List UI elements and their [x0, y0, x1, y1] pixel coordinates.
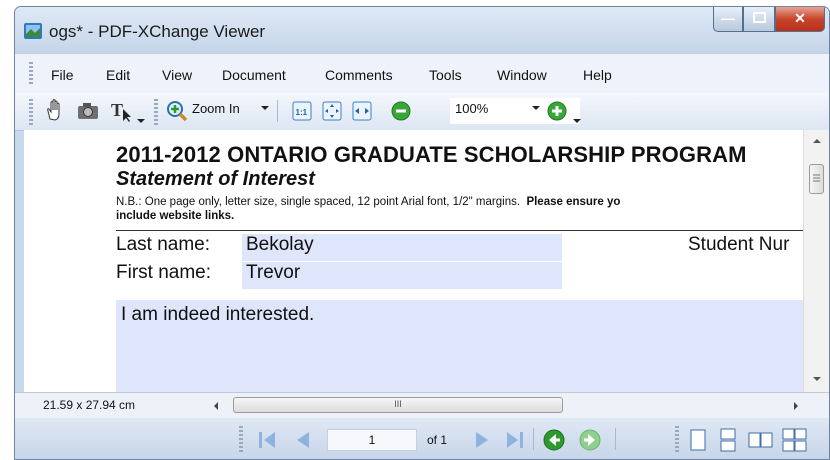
document-viewport[interactable]: 2011-2012 ONTARIO GRADUATE SCHOLARSHIP P…: [24, 130, 829, 392]
zoom-plus-icon[interactable]: [545, 98, 569, 124]
next-page-icon[interactable]: [471, 428, 495, 452]
student-number-label: Student Nur: [688, 234, 790, 255]
scroll-up-arrow-icon[interactable]: [811, 136, 823, 146]
zoom-in-label[interactable]: Zoom In: [192, 101, 240, 116]
note-line-2: include website links.: [116, 210, 235, 222]
menu-document[interactable]: Document: [222, 67, 286, 83]
close-button[interactable]: ✕: [775, 7, 825, 32]
menu-file[interactable]: File: [51, 67, 74, 83]
toolbar-grip-2[interactable]: [154, 99, 158, 125]
first-name-label: First name:: [116, 262, 212, 283]
status-bar: 21.59 x 27.94 cm III: [15, 392, 829, 419]
grip-lines-icon: [813, 174, 820, 182]
previous-page-icon[interactable]: [290, 428, 314, 452]
maximize-button[interactable]: [743, 7, 775, 32]
facing-pages-icon[interactable]: [747, 427, 775, 453]
vertical-scroll-thumb[interactable]: [809, 164, 824, 194]
statement-text: I am indeed interested.: [121, 304, 315, 325]
window-title: ogs* - PDF-XChange Viewer: [49, 22, 266, 41]
text-select-icon[interactable]: T: [109, 98, 133, 124]
scroll-left-arrow-icon[interactable]: [211, 400, 221, 412]
menu-comments[interactable]: Comments: [325, 67, 393, 83]
toolbar: T Zoom In 1:1 100%: [15, 93, 829, 131]
scroll-right-arrow-icon[interactable]: [791, 400, 801, 412]
continuous-pages-icon[interactable]: [717, 427, 739, 453]
menu-window[interactable]: Window: [497, 67, 547, 83]
horizontal-scroll-thumb[interactable]: III: [233, 397, 563, 413]
menu-grip[interactable]: [29, 62, 33, 86]
actual-size-icon[interactable]: 1:1: [291, 98, 313, 124]
zoom-out-icon[interactable]: [389, 98, 413, 124]
zoom-level-dropdown-arrow[interactable]: [532, 106, 540, 110]
scroll-down-arrow-icon[interactable]: [811, 374, 823, 384]
app-window: ogs* - PDF-XChange Viewer — ✕ File Edit …: [14, 6, 830, 460]
horizontal-scrollbar[interactable]: III: [211, 396, 803, 415]
layout-grip[interactable]: [675, 426, 679, 454]
page-number-input[interactable]: 1: [327, 429, 417, 451]
menu-bar: File Edit View Document Comments Tools W…: [15, 53, 829, 95]
go-back-icon[interactable]: [541, 427, 567, 453]
nav-separator: [533, 428, 534, 450]
text-select-dropdown-arrow[interactable]: [137, 119, 145, 123]
zoom-in-dropdown-arrow[interactable]: [261, 106, 269, 110]
toolbar-grip[interactable]: [29, 99, 33, 125]
maximize-icon: [753, 12, 766, 23]
zoom-level-value: 100%: [455, 101, 489, 116]
document-subheading: Statement of Interest: [116, 168, 315, 190]
first-page-icon[interactable]: [255, 428, 279, 452]
last-page-icon[interactable]: [503, 428, 527, 452]
document-note: N.B.: One page only, letter size, single…: [116, 195, 620, 223]
menu-edit[interactable]: Edit: [106, 67, 130, 83]
note-text: N.B.: One page only, letter size, single…: [116, 196, 521, 208]
toolbar-separator: [277, 100, 278, 122]
app-icon: [24, 23, 42, 39]
fit-width-icon[interactable]: [351, 98, 373, 124]
toolbar-more-arrow[interactable]: [573, 119, 581, 123]
page-size-readout: 21.59 x 27.94 cm: [43, 398, 136, 412]
vertical-scrollbar[interactable]: [803, 130, 829, 392]
navigation-bar: 1 of 1: [15, 418, 829, 459]
title-bar[interactable]: ogs* - PDF-XChange Viewer — ✕: [15, 7, 829, 53]
minimize-button[interactable]: —: [713, 7, 743, 32]
document-divider: [116, 230, 816, 231]
svg-text:T: T: [111, 100, 123, 120]
menu-tools[interactable]: Tools: [429, 67, 462, 83]
first-name-value: Trevor: [246, 262, 301, 283]
nav-grip[interactable]: [239, 426, 243, 454]
last-name-value: Bekolay: [246, 234, 314, 255]
svg-text:1:1: 1:1: [296, 108, 308, 117]
note-emphasis: Please ensure yo: [526, 196, 621, 208]
snapshot-camera-icon[interactable]: [75, 98, 101, 124]
hand-tool-icon[interactable]: [43, 98, 67, 124]
nav-separator-2: [615, 428, 616, 450]
go-forward-icon[interactable]: [577, 427, 603, 453]
document-heading: 2011-2012 ONTARIO GRADUATE SCHOLARSHIP P…: [116, 142, 747, 167]
zoom-in-icon[interactable]: [165, 98, 189, 124]
menu-help[interactable]: Help: [583, 67, 612, 83]
window-controls: — ✕: [713, 7, 825, 33]
facing-continuous-icon[interactable]: [781, 427, 809, 453]
page-count-label: of 1: [427, 433, 448, 447]
last-name-label: Last name:: [116, 234, 210, 255]
fit-page-icon[interactable]: [321, 98, 343, 124]
single-page-icon[interactable]: [687, 427, 709, 453]
scroll-grip-label: III: [394, 399, 402, 409]
minimize-icon: —: [721, 10, 735, 26]
menu-view[interactable]: View: [162, 67, 192, 83]
close-icon: ✕: [794, 10, 806, 26]
